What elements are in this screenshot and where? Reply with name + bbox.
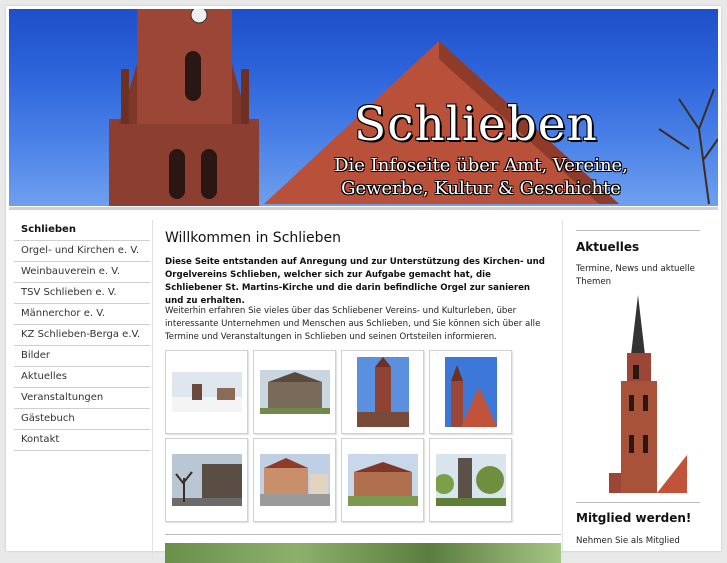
nav-item-tsv[interactable]: TSV Schlieben e. V.: [14, 283, 150, 304]
page: Schlieben Die Infoseite über Amt, Verein…: [6, 6, 721, 563]
nav-item-bilder[interactable]: Bilder: [14, 346, 150, 367]
gallery-thumb[interactable]: [341, 350, 424, 434]
nav-item-kz-schlieben-berga[interactable]: KZ Schlieben-Berga e.V.: [14, 325, 150, 346]
nav-item-weinbauverein[interactable]: Weinbauverein e. V.: [14, 262, 150, 283]
header-banner: Schlieben Die Infoseite über Amt, Verein…: [9, 9, 718, 206]
page-title: Willkommen in Schlieben: [165, 230, 342, 246]
bottom-photo: [165, 543, 561, 563]
site-subtitle: Die Infoseite über Amt, Vereine, Gewerbe…: [321, 154, 641, 200]
gallery-thumb[interactable]: [429, 438, 512, 522]
gallery-thumb[interactable]: [165, 350, 248, 434]
sidebar-rule: [576, 230, 700, 231]
nav-item-veranstaltungen[interactable]: Veranstaltungen: [14, 388, 150, 409]
sidebar-nav: Schlieben Orgel- und Kirchen e. V. Weinb…: [14, 220, 150, 451]
member-heading: Mitglied werden!: [576, 511, 692, 525]
nav-item-kontakt[interactable]: Kontakt: [14, 430, 150, 451]
news-text: Termine, News und aktuelle Themen: [576, 264, 695, 287]
intro-text: Diese Seite entstanden auf Anregung und …: [165, 257, 545, 306]
nav-item-orgel-kirchen[interactable]: Orgel- und Kirchen e. V.: [14, 241, 150, 262]
nav-item-gaestebuch[interactable]: Gästebuch: [14, 409, 150, 430]
gallery-thumb[interactable]: [253, 350, 336, 434]
gallery-thumb[interactable]: [429, 350, 512, 434]
nav-item-schlieben[interactable]: Schlieben: [14, 220, 150, 241]
body-text: Weiterhin erfahren Sie vieles über das S…: [165, 306, 541, 342]
site-title: Schlieben: [354, 97, 598, 152]
church-tower-image: [609, 295, 687, 495]
gallery-thumb[interactable]: [253, 438, 336, 522]
gallery-thumb[interactable]: [341, 438, 424, 522]
subtitle-line-2: Gewerbe, Kultur & Geschichte: [341, 178, 621, 199]
content-divider: [165, 534, 561, 535]
nav-item-maennerchor[interactable]: Männerchor e. V.: [14, 304, 150, 325]
sidebar-rule: [576, 502, 700, 503]
nav-item-aktuelles[interactable]: Aktuelles: [14, 367, 150, 388]
header-separator: [9, 207, 718, 210]
gallery-thumb[interactable]: [165, 438, 248, 522]
news-heading: Aktuelles: [576, 240, 640, 254]
main-content: Willkommen in Schlieben Diese Seite ents…: [152, 220, 563, 563]
member-text: Nehmen Sie als Mitglied: [576, 536, 680, 546]
subtitle-line-1: Die Infoseite über Amt, Vereine,: [334, 155, 628, 176]
